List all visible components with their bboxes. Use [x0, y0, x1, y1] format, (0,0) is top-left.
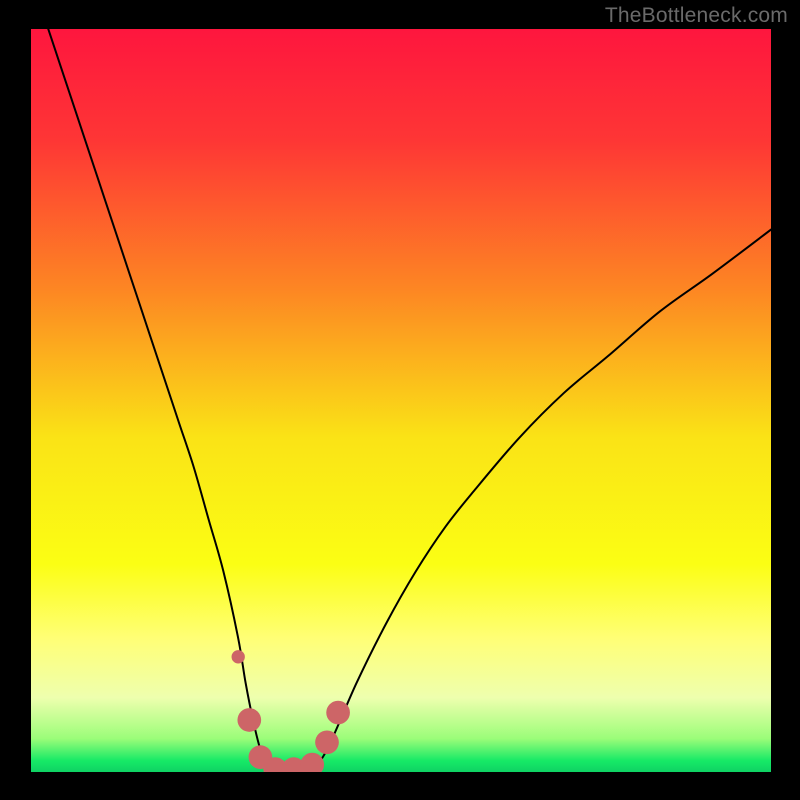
attribution-watermark: TheBottleneck.com	[605, 4, 788, 28]
bottleneck-chart	[0, 0, 800, 800]
optimum-band-left-start	[237, 708, 261, 732]
optimum-band-right-1	[315, 730, 339, 754]
optimum-band-right-end	[326, 701, 350, 725]
chart-frame: TheBottleneck.com	[0, 0, 800, 800]
optimum-dot	[232, 650, 245, 663]
chart-plot-background	[31, 29, 771, 772]
